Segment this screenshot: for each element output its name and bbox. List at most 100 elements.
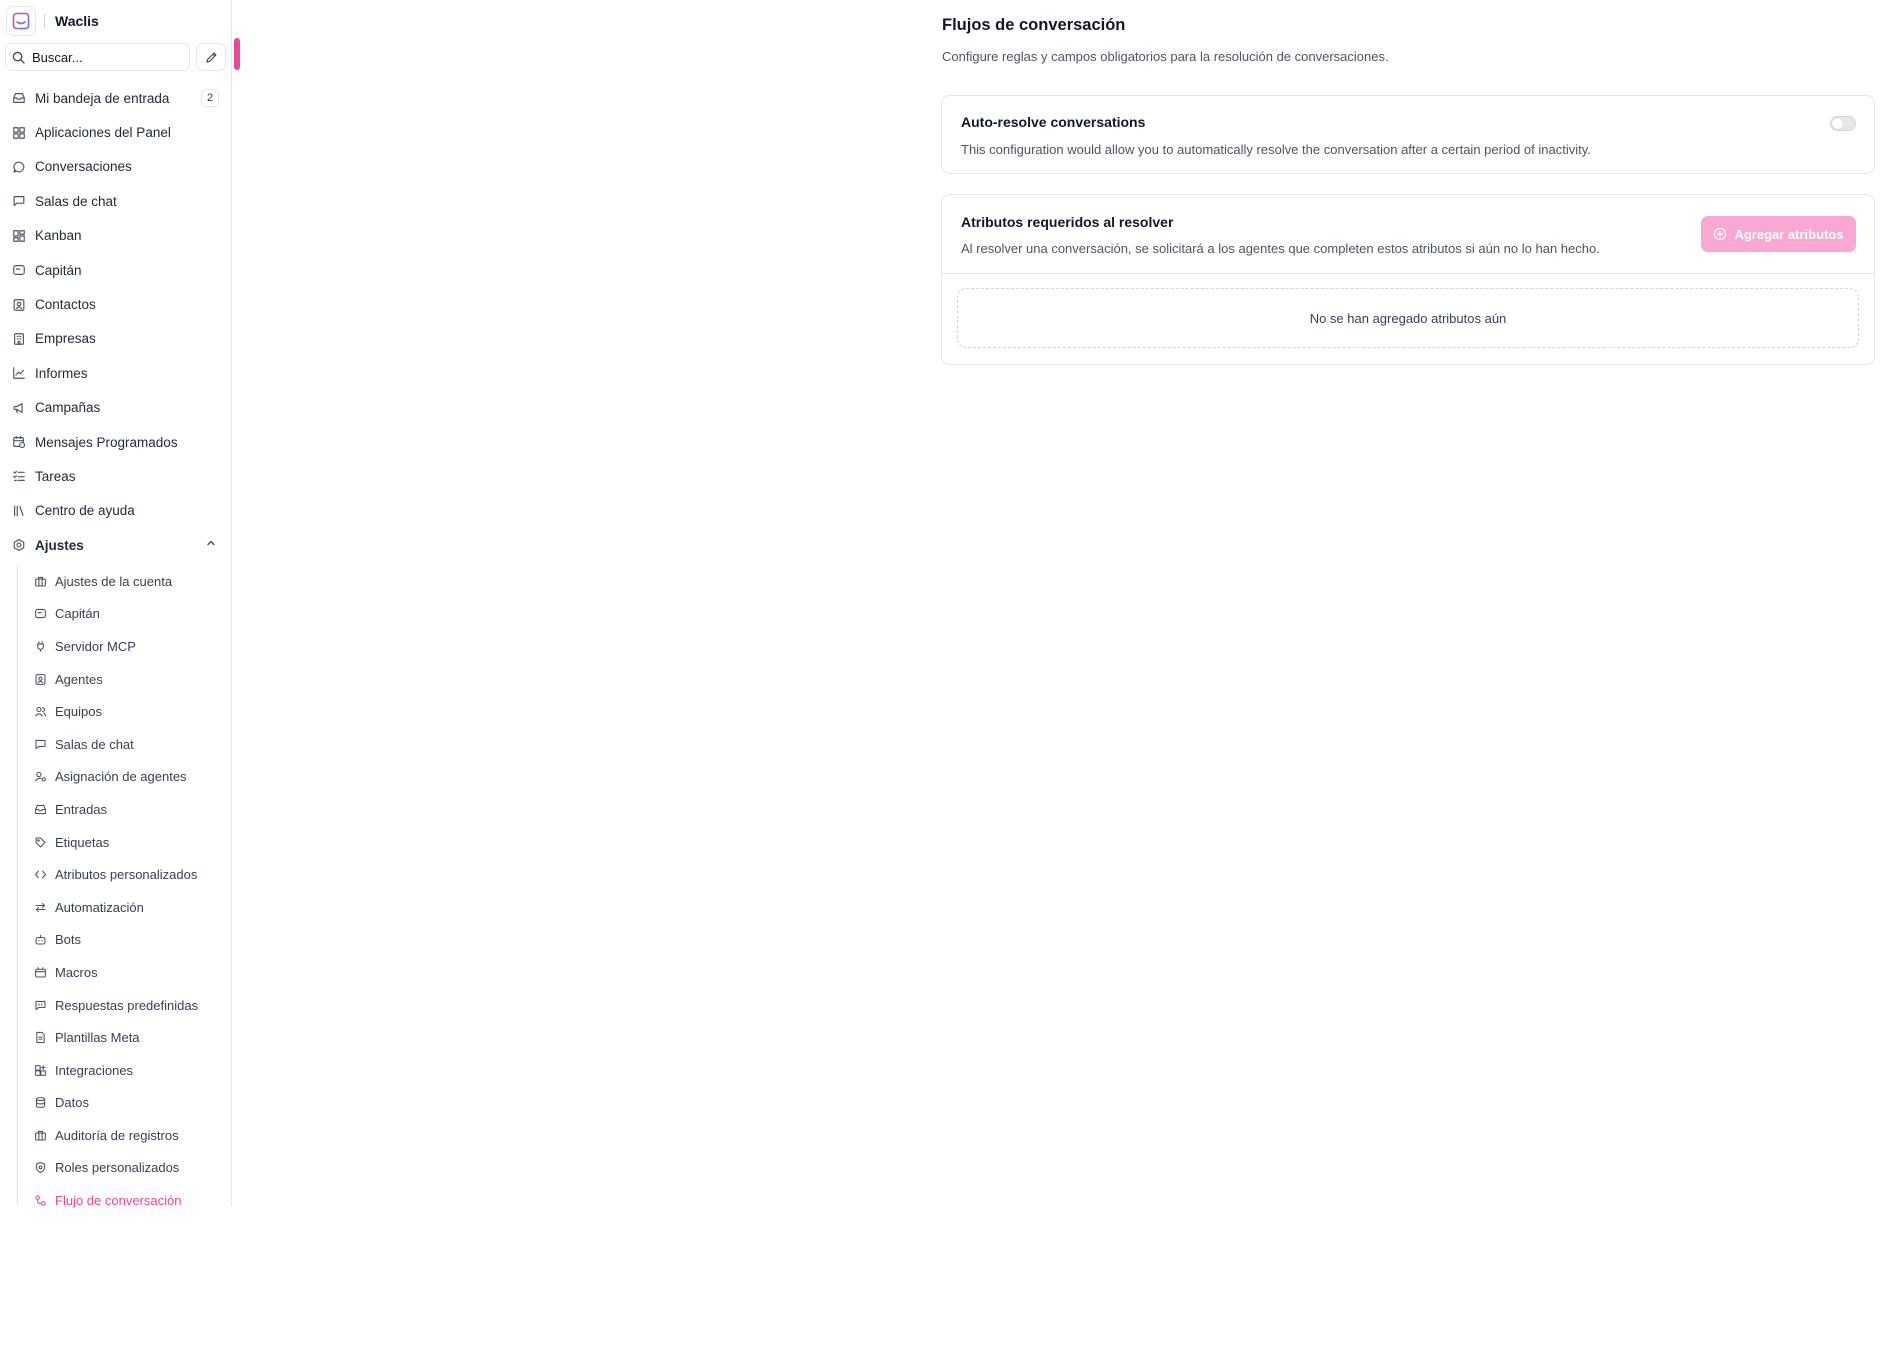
settings-item-ajustes-de-la-cuenta[interactable]: Ajustes de la cuenta [0, 565, 232, 598]
settings-item-label: Salas de chat [55, 736, 134, 752]
settings-item-agentes[interactable]: Agentes [0, 663, 232, 696]
nav-item-label: Centro de ayuda [35, 503, 135, 519]
card-divider [942, 273, 1874, 274]
grid-icon [11, 125, 26, 140]
settings-item-asignación-de-agentes[interactable]: Asignación de agentes [0, 761, 232, 794]
nav-item-conversaciones[interactable]: Conversaciones [0, 150, 232, 184]
required-attributes-description: Al resolver una conversación, se solicit… [961, 241, 1600, 256]
nav-item-aplicaciones-del-panel[interactable]: Aplicaciones del Panel [0, 115, 232, 149]
nav-item-label: Kanban [35, 228, 82, 244]
canned-response-icon [33, 998, 47, 1012]
settings-item-label: Plantillas Meta [55, 1030, 140, 1046]
captain-icon [33, 607, 47, 621]
file-text-icon [33, 1031, 47, 1045]
database-icon [33, 1096, 47, 1110]
settings-item-label: Integraciones [55, 1062, 134, 1078]
message-square-icon [11, 194, 26, 209]
settings-subnav: Ajustes de la cuenta Capitán Servidor MCP A… [0, 565, 232, 1219]
nav-item-kanban[interactable]: Kanban [0, 219, 232, 253]
nav-item-label: Tareas [35, 468, 76, 484]
nav-item-label: Capitán [35, 262, 82, 278]
nav-item-salas-de-chat[interactable]: Salas de chat [0, 184, 232, 218]
settings-item-label: Atributos personalizados [55, 867, 198, 883]
add-attributes-label: Agregar atributos [1734, 226, 1844, 242]
inbox-icon [33, 802, 47, 816]
nav-item-mi-bandeja-de-entrada[interactable]: Mi bandeja de entrada 2 [0, 81, 232, 115]
plug-icon [33, 639, 47, 653]
add-attributes-button[interactable]: Agregar atributos [1701, 216, 1856, 252]
toggle-knob [1832, 118, 1843, 129]
nav-item-label: Campañas [35, 400, 101, 416]
kanban-icon [11, 228, 26, 243]
nav-item-label: Aplicaciones del Panel [35, 125, 171, 141]
sidebar-resize-handle[interactable] [234, 38, 240, 70]
megaphone-icon [11, 400, 26, 415]
nav-item-label: Mi bandeja de entrada [35, 90, 170, 106]
settings-item-auditoría-de-registros[interactable]: Auditoría de registros [0, 1119, 232, 1152]
nav-item-label: Conversaciones [35, 159, 132, 175]
settings-item-etiquetas[interactable]: Etiquetas [0, 826, 232, 859]
page-description: Configure reglas y campos obligatorios p… [942, 49, 1389, 64]
settings-item-label: Entradas [55, 801, 108, 817]
settings-item-salas-de-chat[interactable]: Salas de chat [0, 728, 232, 761]
settings-item-datos[interactable]: Datos [0, 1087, 232, 1120]
users-icon [33, 705, 47, 719]
search-input[interactable]: Buscar... [5, 43, 190, 71]
settings-item-label: Equipos [55, 704, 102, 720]
message-square-icon [33, 737, 47, 751]
settings-item-label: Asignación de agentes [55, 769, 187, 785]
nav-item-label: Informes [35, 365, 88, 381]
shield-icon [33, 1161, 47, 1175]
brand-logo[interactable] [6, 6, 36, 36]
chevron-up-icon[interactable] [206, 538, 216, 548]
required-attributes-title: Atributos requeridos al resolver [961, 214, 1174, 230]
compose-button[interactable] [196, 43, 226, 71]
nav-item-mensajes-programados[interactable]: Mensajes Programados [0, 425, 232, 459]
settings-item-macros[interactable]: Macros [0, 956, 232, 989]
nav-item-label: Contactos [35, 297, 96, 313]
calendar-clock-icon [11, 435, 26, 450]
settings-item-label: Bots [55, 932, 82, 948]
contact-icon [11, 297, 26, 312]
integrations-icon [33, 1063, 47, 1077]
nav-item-empresas[interactable]: Empresas [0, 322, 232, 356]
nav-item-capitán[interactable]: Capitán [0, 253, 232, 287]
briefcase-icon [33, 574, 47, 588]
nav-item-informes[interactable]: Informes [0, 356, 232, 390]
settings-item-entradas[interactable]: Entradas [0, 793, 232, 826]
nav-item-label: Salas de chat [35, 193, 117, 209]
auto-resolve-card: Auto-resolve conversations This configur… [941, 95, 1875, 174]
brand-row: Waclis [6, 6, 99, 36]
settings-item-capitán[interactable]: Capitán [0, 598, 232, 631]
search-row: Buscar... [5, 43, 226, 71]
nav-item-tareas[interactable]: Tareas [0, 459, 232, 493]
nav-item-centro-de-ayuda[interactable]: Centro de ayuda [0, 494, 232, 528]
settings-item-label: Respuestas predefinidas [55, 997, 199, 1013]
settings-item-bots[interactable]: Bots [0, 924, 232, 957]
settings-item-servidor-mcp[interactable]: Servidor MCP [0, 630, 232, 663]
nav-item-campañas[interactable]: Campañas [0, 391, 232, 425]
settings-item-roles-personalizados[interactable]: Roles personalizados [0, 1152, 232, 1185]
settings-item-flujo-de-conversación[interactable]: Flujo de conversación [0, 1184, 232, 1219]
settings-item-atributos-personalizados[interactable]: Atributos personalizados [0, 858, 232, 891]
settings-item-label: Ajustes de la cuenta [55, 573, 173, 589]
settings-item-integraciones[interactable]: Integraciones [0, 1054, 232, 1087]
settings-item-label: Auditoría de registros [55, 1127, 179, 1143]
settings-item-label: Automatización [55, 899, 144, 915]
settings-icon [11, 538, 26, 553]
search-icon [12, 51, 25, 64]
nav-item-label: Empresas [35, 331, 96, 347]
empty-attributes-placeholder: No se han agregado atributos aún [957, 288, 1859, 348]
nav-item-contactos[interactable]: Contactos [0, 287, 232, 321]
contact-icon [33, 672, 47, 686]
nav-item-ajustes[interactable]: Ajustes [0, 528, 232, 562]
settings-item-automatización[interactable]: Automatización [0, 891, 232, 924]
settings-item-respuestas-predefinidas[interactable]: Respuestas predefinidas [0, 989, 232, 1022]
auto-resolve-toggle[interactable] [1830, 116, 1856, 131]
brand-name[interactable]: Waclis [55, 13, 99, 29]
building-icon [11, 331, 26, 346]
settings-item-equipos[interactable]: Equipos [0, 695, 232, 728]
settings-item-label: Agentes [55, 671, 103, 687]
nav-item-label: Ajustes [35, 537, 84, 553]
settings-item-plantillas-meta[interactable]: Plantillas Meta [0, 1021, 232, 1054]
